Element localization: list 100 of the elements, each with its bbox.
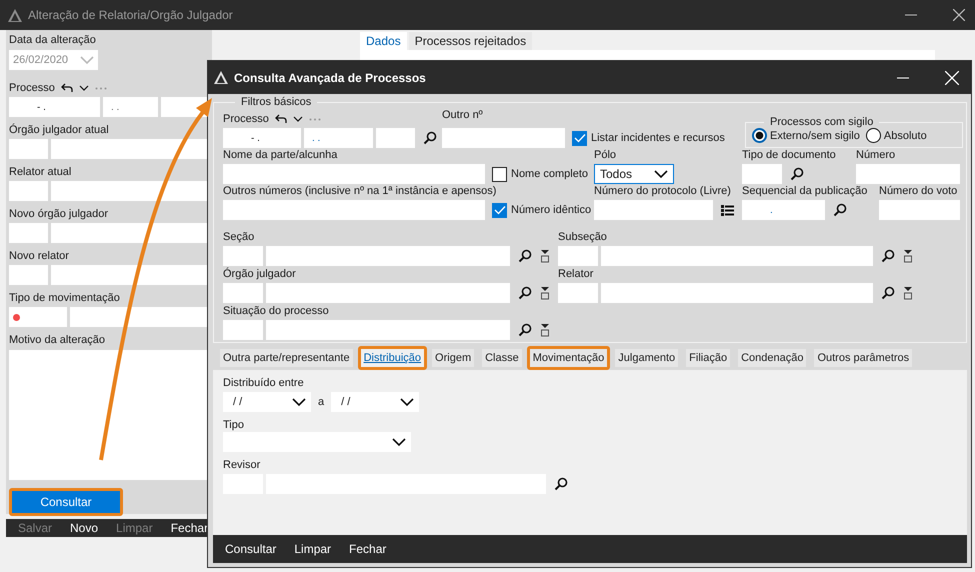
input-field[interactable] [9,181,48,201]
filter-icon[interactable] [903,286,913,300]
input-field[interactable] [601,246,873,266]
field-label: Revisor [223,458,262,472]
input-field[interactable]: - . [9,97,100,117]
search-icon[interactable] [790,167,804,181]
field-label: Seção [223,230,256,244]
input-field[interactable] [558,246,598,266]
search-icon[interactable] [423,131,437,145]
field-label: Relator [558,267,594,281]
filter-icon[interactable] [540,286,550,300]
field-label: Nome da parte/alcunha [223,148,338,162]
tab[interactable]: Movimentação [526,346,610,370]
radio-label: Absoluto [884,130,927,142]
chevron-down-icon[interactable] [292,116,303,122]
field-label: Motivo da alteração [9,333,106,347]
input-field[interactable] [9,139,48,159]
chevron-down-icon[interactable] [654,170,668,178]
dialog-title: Consulta Avançada de Processos [234,70,426,84]
date-dropdown[interactable]: / / [331,392,420,412]
undo-icon[interactable] [274,114,287,124]
input-field[interactable] [223,164,485,184]
search-icon[interactable] [833,203,847,217]
checkbox[interactable] [572,130,587,146]
input-field[interactable] [266,246,510,266]
search-icon[interactable] [554,477,568,491]
input-field[interactable] [266,320,510,340]
input-field[interactable] [223,246,263,266]
tab[interactable]: Processos rejeitados [408,32,532,50]
filter-icon[interactable] [540,323,550,337]
input-field[interactable] [601,283,873,303]
chevron-down-icon[interactable] [400,398,414,406]
field-label: Processo [223,112,269,126]
checkbox[interactable] [492,202,507,218]
input-field[interactable] [376,128,415,148]
input-field[interactable]: - . [223,128,301,148]
field-label: Tipo de documento [742,148,837,162]
toolbar-button[interactable]: Fechar [162,519,216,537]
more-icon[interactable] [94,86,107,90]
chevron-down-icon[interactable] [78,85,89,91]
chevron-down-icon[interactable] [392,438,406,446]
toolbar-button[interactable]: Fechar [341,540,394,558]
input-field[interactable] [9,223,48,243]
input-field[interactable] [223,320,263,340]
input-field[interactable] [266,283,510,303]
search-icon[interactable] [518,323,532,337]
input-field[interactable] [879,200,960,220]
chevron-down-icon[interactable] [292,398,306,406]
consult-button[interactable]: Consultar [9,488,123,516]
date-dropdown[interactable]: / / [223,392,311,412]
input-field[interactable] [9,307,67,327]
tab[interactable]: Dados [360,32,407,50]
field-label: Subseção [558,230,608,244]
field-label: Tipo de movimentação [9,291,121,305]
search-icon[interactable] [881,249,895,263]
field-label: Número do protocolo (Livre) [594,184,732,198]
input-field[interactable] [742,164,782,184]
field-label: Distribuído entre [223,376,305,390]
logo-icon [214,71,228,84]
checkbox-label: Nome completo [511,168,588,180]
input-field[interactable] [223,200,485,220]
window-title: Alteração de Relatoria/Orgão Julgador [28,8,233,22]
dropdown[interactable]: Todos [594,164,674,184]
tab[interactable]: Classe [479,346,525,370]
toolbar-button[interactable]: Consultar [217,540,284,558]
range-separator: a [318,396,324,408]
input-field[interactable] [594,200,713,220]
filter-icon[interactable] [540,249,550,263]
field-label: Órgão julgador [223,267,297,281]
input-field[interactable] [558,283,598,303]
field-label: Outros números (inclusive nº na 1ª instância e apensos) [223,184,498,198]
field-label: Pólo [594,148,618,162]
tab[interactable]: Distribuição [358,346,428,370]
tab[interactable]: Outra parte/representante [217,346,356,370]
input-field[interactable]: . . [304,128,373,148]
toolbar-button[interactable]: Novo [62,519,106,537]
undo-icon[interactable] [60,83,73,93]
filter-icon[interactable] [903,249,913,263]
field-label: Número [856,148,896,162]
search-icon[interactable] [518,249,532,263]
input-field[interactable] [856,164,960,184]
radio-button[interactable] [752,128,767,143]
radio-label: Externo/sem sigilo [770,130,860,142]
search-icon[interactable] [518,286,532,300]
field-label: Tipo [223,418,245,432]
input-field[interactable] [223,283,263,303]
input-field[interactable] [9,265,48,285]
group-legend: Filtros básicos [235,96,318,108]
field-label: Situação do processo [223,304,330,318]
input-field[interactable]: . [742,200,825,220]
radio-button[interactable] [866,128,881,143]
close-icon[interactable] [953,9,965,21]
input-field[interactable] [442,128,565,148]
search-icon[interactable] [881,286,895,300]
input-field[interactable]: . . [103,97,158,117]
checkbox[interactable] [492,166,507,182]
list-icon[interactable] [721,204,734,216]
more-icon[interactable] [308,118,321,120]
field-label: Órgão julgador atual [9,123,110,137]
toolbar-button[interactable]: Limpar [286,540,340,558]
